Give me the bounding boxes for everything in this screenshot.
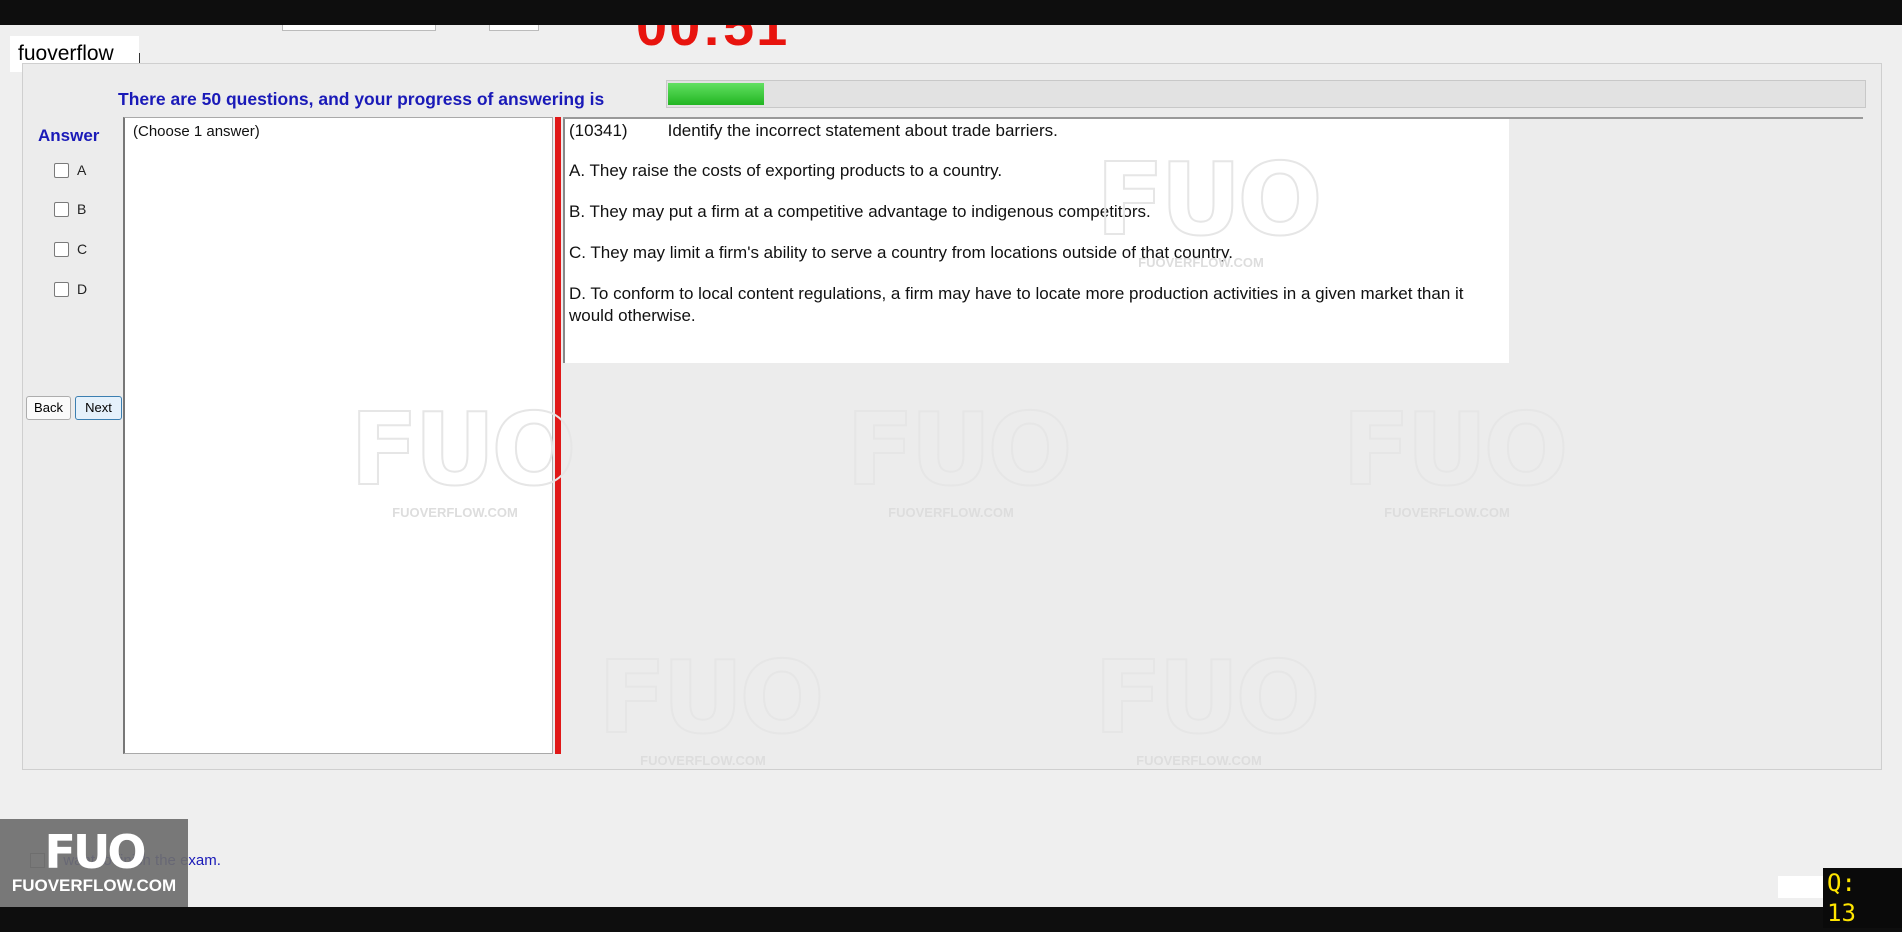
splitter-bar[interactable] — [555, 117, 561, 754]
status-tab — [1778, 876, 1823, 898]
next-button[interactable]: Next — [75, 396, 122, 420]
answer-option-label: D — [77, 281, 88, 297]
answer-option-c[interactable]: C — [54, 241, 87, 257]
answer-title: Answer — [38, 126, 100, 145]
fuoverflow-logo: FUO FUOVERFLOW.COM — [0, 819, 188, 907]
answer-option-b[interactable]: B — [54, 201, 86, 217]
checkbox-c[interactable] — [54, 241, 69, 257]
top-combo-box[interactable] — [282, 25, 436, 31]
answer-option-d[interactable]: D — [54, 281, 87, 297]
answer-option-label: C — [77, 241, 88, 257]
answer-option-label: A — [77, 162, 87, 178]
back-button[interactable]: Back — [26, 396, 71, 420]
answer-option-label: B — [77, 201, 87, 217]
answer-option-a[interactable]: A — [54, 162, 86, 178]
question-id: (10341) — [569, 121, 628, 140]
top-small-box[interactable] — [489, 25, 539, 31]
choose-hint: (Choose 1 answer) — [133, 123, 260, 140]
question-area: (10341) Identify the incorrect statement … — [563, 117, 1863, 756]
checkbox-a[interactable] — [54, 162, 69, 178]
question-option-b: B. They may put a firm at a competitive … — [569, 202, 1151, 221]
choose-answer-box: (Choose 1 answer) — [123, 117, 553, 754]
question-header: (10341) Identify the incorrect statement … — [569, 121, 1058, 141]
question-box: (10341) Identify the incorrect statement … — [563, 119, 1509, 363]
question-option-a: A. They raise the costs of exporting pro… — [569, 161, 1003, 180]
question-text: Identify the incorrect statement about t… — [667, 121, 1058, 140]
exam-timer: 00:51 — [636, 25, 790, 57]
progress-label: There are 50 questions, and your progres… — [118, 89, 605, 109]
progress-bar — [666, 80, 1866, 108]
exam-window: 00:51 fuoverflow There are 50 questions,… — [0, 25, 1902, 907]
checkbox-d[interactable] — [54, 281, 69, 297]
question-option-c: C. They may limit a firm's ability to se… — [569, 243, 1233, 262]
checkbox-b[interactable] — [54, 201, 69, 217]
progress-fill — [668, 83, 764, 105]
question-option-d: D. To conform to local content regulatio… — [569, 284, 1464, 325]
question-counter: Q: 13 — [1823, 868, 1902, 928]
